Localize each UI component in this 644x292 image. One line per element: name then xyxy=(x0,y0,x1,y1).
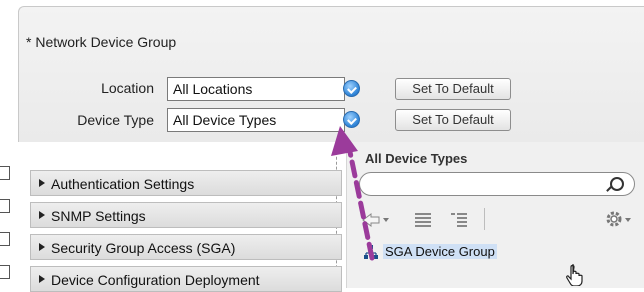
section-checkbox[interactable] xyxy=(0,199,10,213)
location-label: Location xyxy=(101,80,154,96)
network-group-icon xyxy=(364,245,378,259)
section-label: Authentication Settings xyxy=(51,176,195,192)
location-select-value: All Locations xyxy=(173,81,253,97)
device-type-select-value: All Device Types xyxy=(173,112,277,128)
back-arrow-icon[interactable] xyxy=(361,212,391,228)
expand-triangle-icon xyxy=(39,211,45,219)
gear-icon[interactable] xyxy=(603,208,633,230)
expand-triangle-icon xyxy=(39,275,45,283)
expand-all-icon[interactable] xyxy=(413,211,433,229)
expand-triangle-icon xyxy=(39,243,45,251)
device-type-tree-title: All Device Types xyxy=(365,151,468,166)
network-device-group-title: * Network Device Group xyxy=(26,34,177,50)
section-snmp-settings[interactable]: SNMP Settings xyxy=(30,202,342,228)
device-type-select[interactable]: All Device Types xyxy=(167,108,360,132)
expand-triangle-icon xyxy=(39,179,45,187)
section-checkbox[interactable] xyxy=(0,265,10,279)
section-label: Device Configuration Deployment xyxy=(51,272,260,288)
device-type-label: Device Type xyxy=(77,112,154,128)
collapse-all-icon[interactable] xyxy=(449,211,469,229)
section-authentication-settings[interactable]: Authentication Settings xyxy=(30,170,342,196)
section-checkbox[interactable] xyxy=(0,166,10,180)
tree-search-input[interactable] xyxy=(359,172,635,196)
toolbar-separator xyxy=(484,208,485,230)
device-type-dropdown-arrow-icon[interactable] xyxy=(343,111,360,128)
section-security-group-access[interactable]: Security Group Access (SGA) xyxy=(30,234,342,260)
section-device-configuration-deployment[interactable]: Device Configuration Deployment xyxy=(30,266,342,292)
tree-node-label: SGA Device Group xyxy=(383,244,497,259)
device-type-set-default-button[interactable]: Set To Default xyxy=(395,109,511,131)
location-set-default-button[interactable]: Set To Default xyxy=(395,78,511,100)
section-label: Security Group Access (SGA) xyxy=(51,240,236,256)
section-label: SNMP Settings xyxy=(51,208,146,224)
device-type-tree-panel: All Device Types SGA Device Group xyxy=(346,142,644,288)
location-dropdown-arrow-icon[interactable] xyxy=(343,80,360,97)
hand-cursor-icon xyxy=(566,264,583,286)
search-icon[interactable] xyxy=(610,177,624,191)
location-select[interactable]: All Locations xyxy=(167,77,360,101)
section-checkbox[interactable] xyxy=(0,232,10,246)
